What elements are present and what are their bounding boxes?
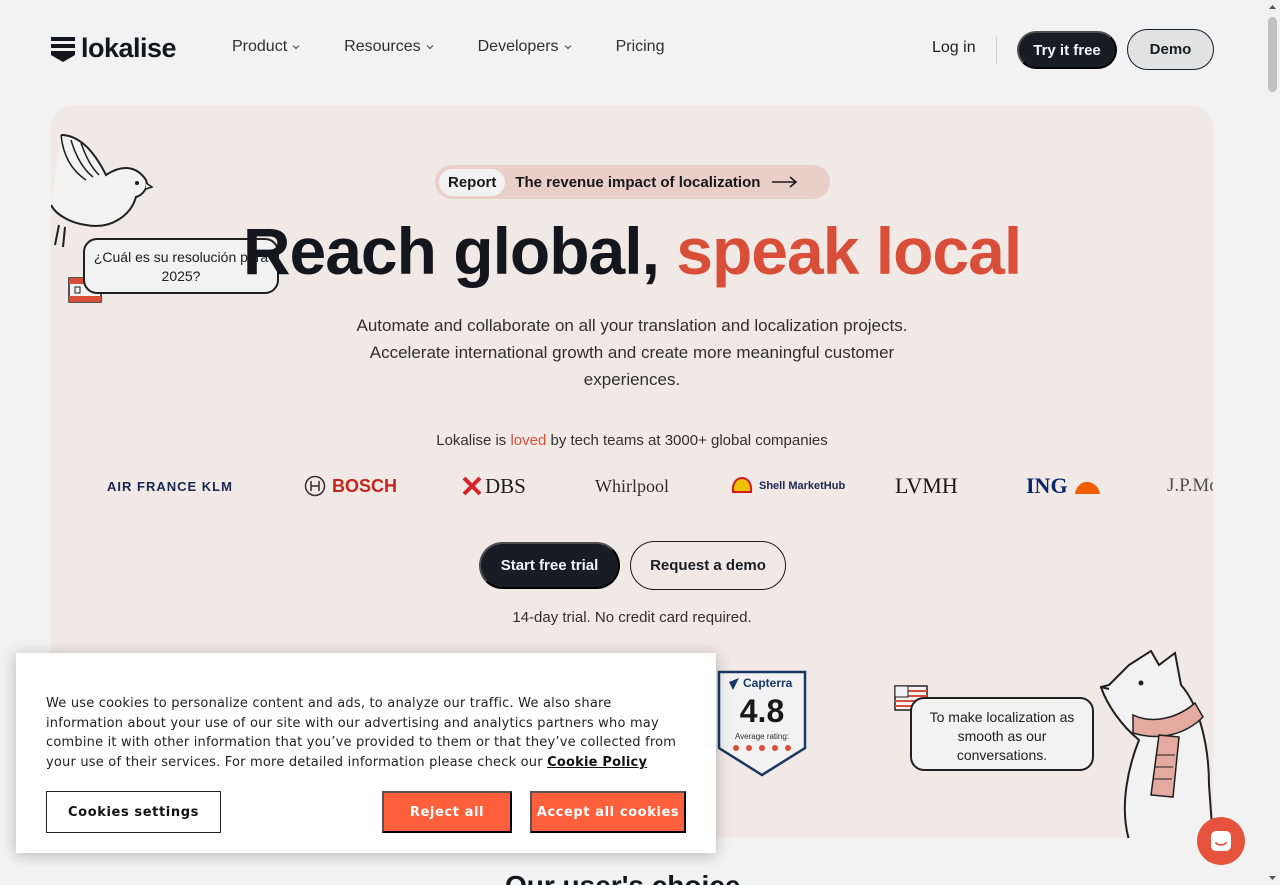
- customer-logos: AIR FRANCE KLM BOSCH DBS Whirlpool Shell…: [105, 470, 1213, 502]
- brand-logo: Whirlpool: [595, 475, 669, 496]
- accept-all-cookies-button[interactable]: Accept all cookies: [530, 791, 686, 833]
- nav-product[interactable]: Product: [232, 38, 300, 56]
- nav-developers-label: Developers: [477, 38, 559, 55]
- report-pill-text: The revenue impact of localization: [515, 174, 798, 191]
- login-link[interactable]: Log in: [932, 39, 976, 57]
- brand-logo: BOSCH: [304, 470, 397, 502]
- cookies-settings-button[interactable]: Cookies settings: [46, 791, 221, 833]
- loved-by-text: Lokalise is loved by tech teams at 3000+…: [51, 432, 1213, 449]
- chat-icon: [1211, 831, 1231, 851]
- bosch-emblem-icon: [304, 475, 326, 497]
- brand-name: DBS: [485, 473, 526, 498]
- scrollbar-thumb[interactable]: [1268, 17, 1277, 92]
- scroll-up-icon[interactable]: [1268, 3, 1277, 12]
- report-pill[interactable]: Report The revenue impact of localizatio…: [435, 165, 830, 199]
- nav-developers[interactable]: Developers: [478, 38, 572, 56]
- chevron-down-icon: [292, 45, 300, 50]
- capterra-name: Capterra: [743, 676, 793, 690]
- loved-accent: loved: [510, 432, 547, 449]
- try-free-button[interactable]: Try it free: [1017, 31, 1117, 69]
- brand-logo: AIR FRANCE KLM: [107, 478, 233, 494]
- page-scrollbar[interactable]: [1265, 0, 1280, 885]
- brand-name: ING: [1026, 473, 1068, 498]
- hero-headline: Reach global, speak local: [51, 213, 1213, 289]
- section-heading: Our user's choice: [505, 870, 740, 885]
- capterra-label: Average rating:: [734, 732, 790, 741]
- lokalise-logo[interactable]: lokalise: [51, 33, 177, 64]
- report-tag: Report: [439, 168, 506, 196]
- brand-name: Shell MarketHub: [759, 479, 846, 492]
- loved-before: Lokalise is: [436, 432, 511, 449]
- chat-button[interactable]: [1197, 817, 1245, 865]
- arrow-right-icon: [772, 176, 798, 188]
- cookie-banner: We use cookies to personalize content an…: [16, 653, 716, 853]
- brand-logo: ING: [1026, 470, 1102, 502]
- main-nav: Product Resources Developers Pricing: [232, 38, 664, 56]
- brand-logo: Shell MarketHub: [731, 470, 846, 502]
- lokalise-mark-icon: [51, 36, 75, 62]
- dbs-emblem-icon: [462, 476, 482, 496]
- demo-button[interactable]: Demo: [1127, 29, 1214, 70]
- logo-text: lokalise: [81, 33, 177, 63]
- page: lokalise Product Resources Developers Pr…: [0, 0, 1265, 885]
- brand-logo: J.P.Mo: [1167, 475, 1213, 496]
- start-free-trial-button[interactable]: Start free trial: [479, 542, 620, 589]
- cookie-policy-link[interactable]: Cookie Policy: [547, 755, 647, 770]
- capterra-badge[interactable]: Capterra 4.8 Average rating:: [715, 668, 809, 778]
- loved-after: by tech teams at 3000+ global companies: [546, 432, 828, 449]
- header-divider: [996, 36, 997, 64]
- nav-product-label: Product: [232, 38, 288, 55]
- trial-note: 14-day trial. No credit card required.: [512, 609, 752, 626]
- reject-all-button[interactable]: Reject all: [382, 791, 512, 833]
- report-pill-label: The revenue impact of localization: [515, 173, 761, 191]
- hero-subtitle: Automate and collaborate on all your tra…: [356, 316, 908, 389]
- chevron-down-icon: [564, 45, 571, 50]
- nav-resources[interactable]: Resources: [344, 38, 434, 56]
- fox-illustration-icon: [1099, 649, 1213, 838]
- request-demo-button[interactable]: Request a demo: [630, 541, 786, 590]
- capterra-score: 4.8: [739, 693, 785, 729]
- nav-resources-label: Resources: [344, 38, 421, 55]
- shell-emblem-icon: [731, 476, 753, 493]
- scroll-down-icon[interactable]: [1268, 873, 1277, 882]
- ing-lion-icon: [1074, 481, 1100, 494]
- nav-pricing-label: Pricing: [615, 38, 665, 55]
- chevron-down-icon: [426, 45, 434, 50]
- nav-pricing[interactable]: Pricing: [616, 38, 665, 56]
- headline-accent: speak local: [676, 214, 1022, 288]
- headline-main: Reach global,: [242, 214, 660, 288]
- brand-logo: DBS: [462, 470, 526, 502]
- brand-name: BOSCH: [332, 475, 398, 496]
- brand-logo: LVMH: [895, 473, 958, 498]
- english-speech-bubble: To make localization as smooth as our co…: [910, 697, 1094, 771]
- cookie-text: We use cookies to personalize content an…: [46, 694, 686, 772]
